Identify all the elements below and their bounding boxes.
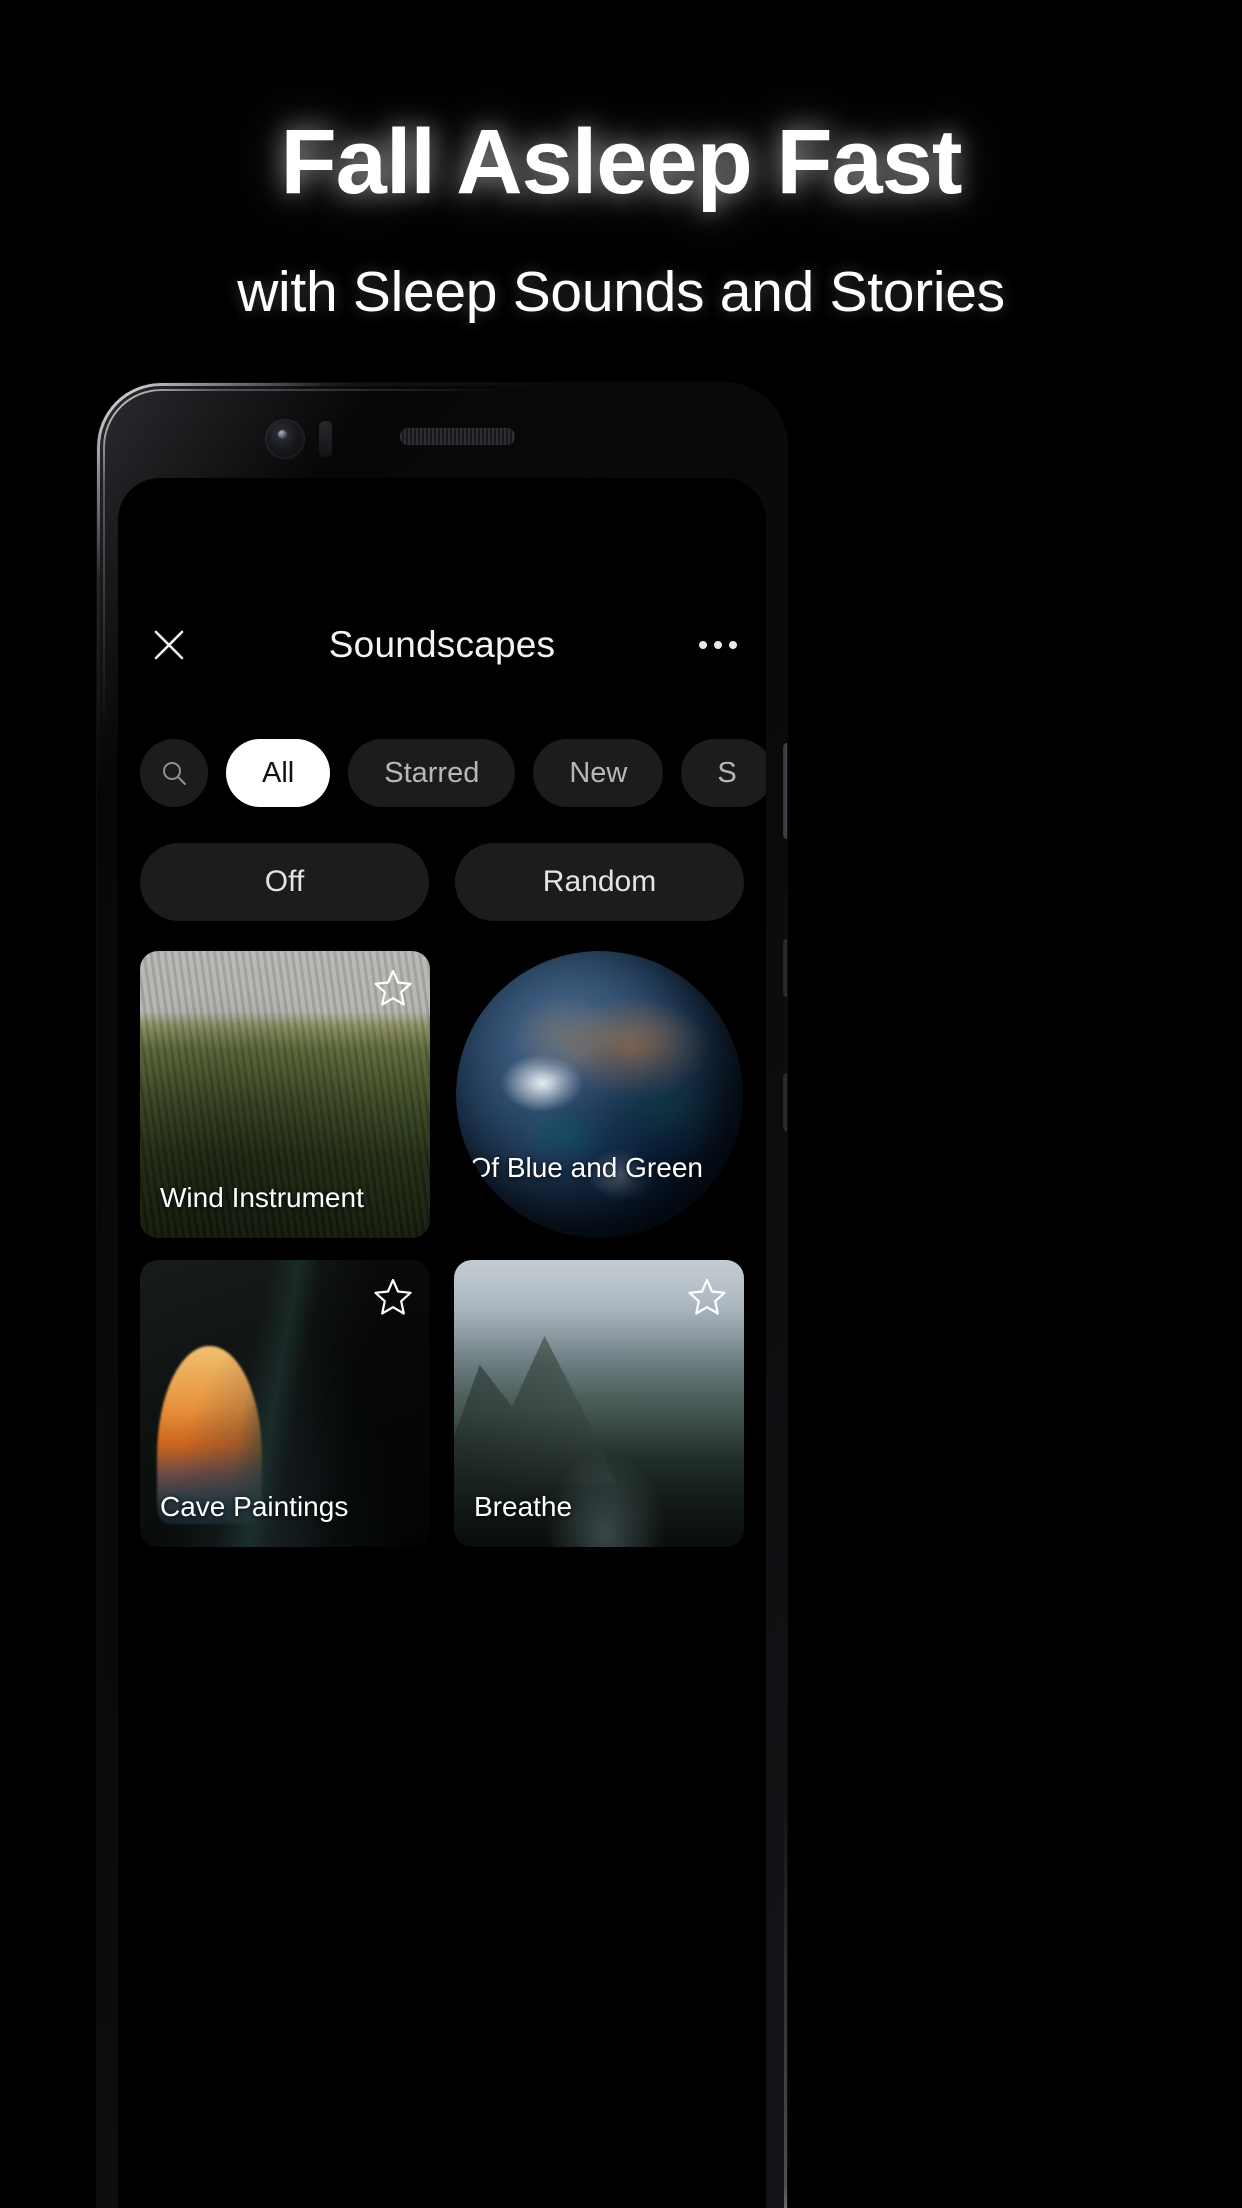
hero-title: Fall Asleep Fast xyxy=(280,111,962,213)
timer-off-button[interactable]: Off xyxy=(140,843,429,921)
soundscape-card[interactable]: Breathe xyxy=(454,1260,744,1547)
mode-button-row: Off Random xyxy=(140,843,744,921)
star-outline-icon[interactable] xyxy=(705,951,743,987)
overflow-menu-icon xyxy=(699,641,707,649)
screenshot-root: Fall Asleep Fast with Sleep Sounds and S… xyxy=(0,0,1242,2208)
card-artwork-earth-globe xyxy=(455,951,743,1238)
filter-chip-row[interactable]: All Starred New S xyxy=(118,735,766,811)
soundscape-grid: Wind Instrument Of Blue and Green Cave P… xyxy=(140,951,744,1547)
overflow-menu-icon xyxy=(714,641,722,649)
filter-chip-new[interactable]: New xyxy=(533,739,664,807)
search-icon xyxy=(163,762,186,785)
phone-top-bezel xyxy=(97,383,787,479)
filter-chip-starred[interactable]: Starred xyxy=(348,739,516,807)
search-chip[interactable] xyxy=(140,739,208,807)
phone-screen: Soundscapes All Starred New S Off Random… xyxy=(118,478,766,2208)
soundscape-card-label: Of Blue and Green xyxy=(469,1152,703,1184)
star-outline-icon[interactable] xyxy=(687,1276,727,1316)
filter-chip-label: S xyxy=(717,756,737,789)
app-bar: Soundscapes xyxy=(118,603,766,687)
soundscape-card-label: Wind Instrument xyxy=(160,1182,364,1214)
proximity-sensor-icon xyxy=(319,421,332,457)
soundscape-card[interactable]: Cave Paintings xyxy=(140,1260,430,1547)
soundscape-card[interactable]: Wind Instrument xyxy=(140,951,430,1238)
volume-up-button[interactable] xyxy=(783,939,787,997)
close-button[interactable] xyxy=(145,621,193,669)
soundscape-card-label: Breathe xyxy=(474,1491,573,1523)
hero-subtitle: with Sleep Sounds and Stories xyxy=(237,260,1005,324)
power-button[interactable] xyxy=(783,743,787,839)
mode-button-label: Off xyxy=(264,865,305,898)
filter-chip-label: New xyxy=(569,756,628,789)
star-outline-icon[interactable] xyxy=(373,967,413,1007)
phone-mockup: Soundscapes All Starred New S Off Random… xyxy=(97,383,787,2208)
filter-chip-label: Starred xyxy=(384,756,480,789)
hero-section: Fall Asleep Fast with Sleep Sounds and S… xyxy=(0,0,1242,325)
front-camera-icon xyxy=(265,419,305,459)
overflow-menu-button[interactable] xyxy=(692,621,744,669)
volume-down-button[interactable] xyxy=(783,1073,787,1131)
star-outline-icon[interactable] xyxy=(373,1276,413,1316)
mode-button-label: Random xyxy=(542,865,657,898)
filter-chip-all[interactable]: All xyxy=(226,739,331,807)
page-title: Soundscapes xyxy=(328,624,556,665)
soundscape-card[interactable]: Of Blue and Green xyxy=(455,951,743,1238)
random-button[interactable]: Random xyxy=(455,843,744,921)
filter-chip-label: All xyxy=(262,756,295,789)
close-icon xyxy=(154,630,184,660)
soundscape-card-label: Cave Paintings xyxy=(160,1491,349,1523)
overflow-menu-icon xyxy=(729,641,737,649)
filter-chip-next[interactable]: S xyxy=(681,739,766,807)
earpiece-speaker-icon xyxy=(400,428,515,445)
